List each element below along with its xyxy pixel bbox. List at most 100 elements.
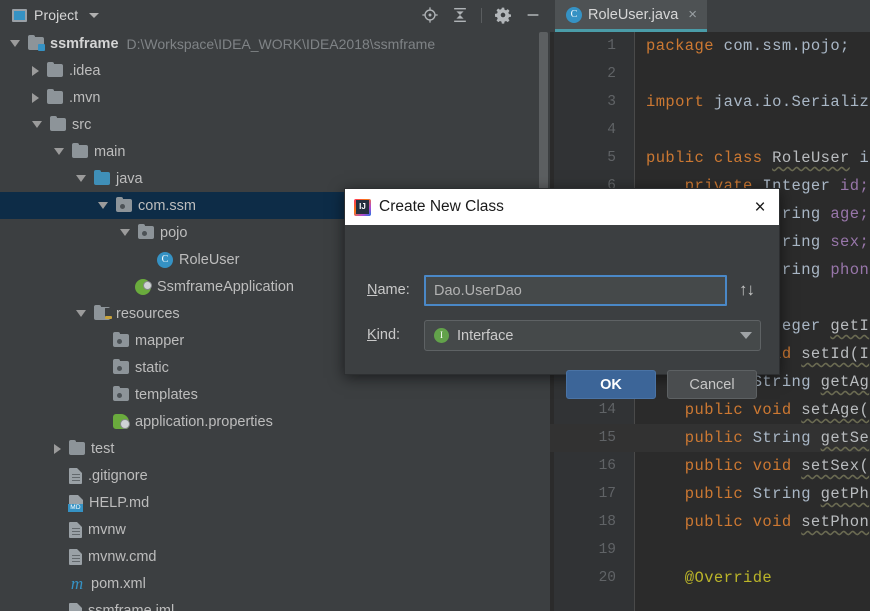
tree-row-label: RoleUser	[179, 251, 240, 268]
chevron-down-icon[interactable]	[76, 310, 86, 317]
package-icon	[116, 196, 132, 212]
code-token: phon	[830, 261, 870, 279]
tree-row-templates[interactable]: templates	[0, 381, 550, 408]
chevron-right-icon[interactable]	[54, 443, 61, 454]
code-token: String	[743, 429, 821, 447]
code-token: public	[646, 429, 744, 447]
tree-row-pom-xml[interactable]: m pom.xml	[0, 570, 550, 597]
tree-row-mvnw-cmd[interactable]: mvnw.cmd	[0, 543, 550, 570]
minimize-icon[interactable]	[524, 6, 542, 24]
java-class-icon: C	[566, 6, 582, 23]
tree-row-label: com.ssm	[138, 197, 196, 214]
name-label-rest: ame:	[377, 282, 410, 298]
code-text: package com.ssm.pojo;	[646, 32, 850, 60]
chevron-right-icon[interactable]	[32, 92, 39, 103]
editor-tabbar: C RoleUser.java ×	[550, 0, 870, 32]
chevron-down-icon[interactable]	[120, 229, 130, 236]
module-folder-icon	[28, 34, 45, 51]
code-token: id;	[840, 177, 870, 195]
code-token: public	[646, 149, 705, 167]
code-line: 15 public String getSe	[550, 424, 870, 452]
code-token: public	[646, 401, 744, 419]
file-icon	[69, 521, 82, 538]
code-token: getAg	[820, 373, 870, 391]
line-number: 3	[607, 94, 616, 110]
code-line: 3 import java.io.Serializ	[550, 88, 870, 116]
code-token: java.io.Serializ	[704, 93, 870, 111]
locate-icon[interactable]	[421, 6, 439, 24]
gear-icon[interactable]	[494, 6, 512, 24]
chevron-down-icon[interactable]	[740, 332, 752, 339]
tab-roleuser-java[interactable]: C RoleUser.java ×	[555, 0, 708, 32]
code-line: 19	[550, 536, 870, 564]
tree-row-test[interactable]: test	[0, 435, 550, 462]
close-icon[interactable]: ×	[749, 198, 771, 217]
chevron-down-icon[interactable]	[89, 12, 100, 18]
project-title-group[interactable]: Project	[0, 7, 100, 23]
tree-row-ssmframe-iml[interactable]: ssmframe.iml	[0, 597, 550, 611]
folder-icon	[47, 61, 63, 77]
line-number: 4	[607, 122, 616, 138]
panel-title: Project	[34, 7, 79, 23]
code-token: getPh	[820, 485, 870, 503]
cancel-button[interactable]: Cancel	[667, 370, 757, 399]
name-input[interactable]: Dao.UserDao	[424, 275, 727, 306]
code-text: public class RoleUser i	[646, 144, 869, 172]
tree-row-label: templates	[135, 386, 198, 403]
resources-folder-icon	[94, 304, 112, 320]
dialog-titlebar: Create New Class ×	[345, 189, 779, 225]
intellij-idea-icon	[354, 198, 371, 216]
tree-row-src[interactable]: src	[0, 111, 550, 138]
kind-select[interactable]: I Interface	[424, 320, 761, 351]
tree-row-idea[interactable]: .idea	[0, 57, 550, 84]
tree-row-ssmframe[interactable]: ssmframe D:\Workspace\IDEA_WORK\IDEA2018\…	[0, 30, 550, 57]
code-token: package	[646, 37, 714, 55]
kind-label: Kind:	[367, 327, 400, 343]
chevron-down-icon[interactable]	[32, 121, 42, 128]
tree-row-label: resources	[116, 305, 180, 322]
chevron-down-icon[interactable]	[76, 175, 86, 182]
tree-row-label: mvnw	[88, 521, 126, 538]
file-icon	[69, 548, 82, 565]
tree-row-mvn[interactable]: .mvn	[0, 84, 550, 111]
code-token: i	[849, 149, 870, 167]
interface-icon: I	[434, 328, 449, 343]
iml-file-icon	[69, 602, 82, 611]
ok-button[interactable]: OK	[566, 370, 656, 399]
collapse-all-icon[interactable]	[451, 6, 469, 24]
spring-properties-icon	[113, 414, 130, 429]
kind-label-mnemonic: K	[367, 327, 377, 343]
code-token: public	[646, 485, 744, 503]
code-text: public void setPhon	[646, 508, 869, 536]
chevron-down-icon[interactable]	[54, 148, 64, 155]
close-icon[interactable]: ×	[688, 6, 697, 23]
tree-row-label: mvnw.cmd	[88, 548, 157, 565]
chevron-right-icon[interactable]	[32, 65, 39, 76]
swap-arrows-icon[interactable]: ↑↓	[739, 280, 755, 300]
tree-row-label: mapper	[135, 332, 185, 349]
panel-toolbar	[421, 0, 542, 30]
tree-row-label: pom.xml	[91, 575, 146, 592]
tree-row-mvnw[interactable]: mvnw	[0, 516, 550, 543]
code-token: sex;	[830, 233, 870, 251]
tree-row-help-md[interactable]: MD HELP.md	[0, 489, 550, 516]
tree-row-main[interactable]: main	[0, 138, 550, 165]
tree-row-gitignore[interactable]: .gitignore	[0, 462, 550, 489]
chevron-down-icon[interactable]	[10, 40, 20, 47]
code-token: @Override	[646, 569, 773, 587]
toolbar-divider	[481, 7, 482, 23]
tree-scrollbar[interactable]	[539, 32, 548, 207]
chevron-down-icon[interactable]	[98, 202, 108, 209]
code-token: setAge(	[801, 401, 870, 419]
name-label: Name:	[367, 282, 410, 298]
tree-row-label: ssmframe.iml	[88, 602, 175, 611]
line-number: 2	[607, 66, 616, 82]
tree-row-application-properties[interactable]: application.properties	[0, 408, 550, 435]
idea-window: C RoleUser.java × 1 package com.ssm.pojo;…	[0, 0, 870, 611]
code-token: getI	[830, 317, 870, 335]
tree-row-path: D:\Workspace\IDEA_WORK\IDEA2018\ssmframe	[126, 35, 436, 52]
code-token: com.ssm.pojo;	[713, 37, 850, 55]
tree-row-label: .mvn	[69, 89, 101, 106]
